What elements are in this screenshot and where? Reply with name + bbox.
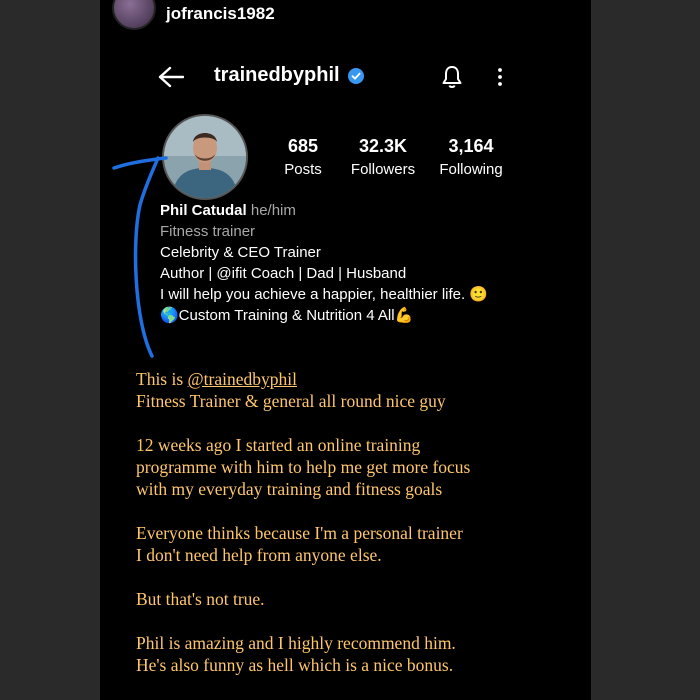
display-name: Phil Catudal	[160, 202, 247, 219]
caption-line: He's also funny as hell which is a nice …	[136, 655, 454, 675]
caption-line: But that's not true.	[136, 589, 265, 609]
following-count: 3,164	[448, 136, 494, 156]
more-options-icon[interactable]	[494, 66, 506, 88]
bio-name-line: Phil Catudal he/him	[160, 200, 488, 221]
posts-label: Posts	[284, 161, 322, 178]
verified-badge-icon	[347, 67, 364, 84]
story-user[interactable]: jofrancis1982	[112, 0, 275, 30]
profile-bio: Phil Catudal he/him Fitness trainer Cele…	[160, 200, 488, 326]
profile-photo	[164, 116, 246, 198]
followers-count: 32.3K	[358, 136, 408, 156]
caption-line: Phil is amazing and I highly recommend h…	[136, 633, 456, 653]
header-username: trainedbyphil	[214, 64, 364, 87]
back-arrow-icon[interactable]	[158, 66, 184, 88]
story-user-avatar[interactable]	[112, 0, 156, 30]
bell-icon[interactable]	[440, 64, 464, 90]
overlay-caption: This is @trainedbyphil Fitness Trainer &…	[136, 368, 576, 676]
caption-line: Fitness Trainer & general all round nice…	[136, 391, 446, 411]
posts-stat[interactable]: 685 Posts	[280, 136, 326, 178]
pronouns: he/him	[250, 202, 296, 219]
profile-avatar[interactable]	[162, 114, 248, 200]
caption-line: 12 weeks ago I started an online trainin…	[136, 435, 421, 455]
followers-label: Followers	[350, 161, 416, 178]
bio-line: 🌎Custom Training & Nutrition 4 All💪	[160, 307, 414, 324]
followers-stat[interactable]: 32.3K Followers	[350, 136, 416, 178]
bio-line: Celebrity & CEO Trainer	[160, 244, 321, 261]
following-stat[interactable]: 3,164 Following	[438, 136, 504, 178]
profile-stats: 685 Posts 32.3K Followers 3,164 Followin…	[280, 136, 504, 178]
following-label: Following	[439, 161, 503, 178]
profile-username: trainedbyphil	[214, 64, 340, 86]
caption-line: This is @trainedbyphil	[136, 369, 297, 389]
caption-line: Everyone thinks because I'm a personal t…	[136, 523, 463, 543]
caption-line: programme with him to help me get more f…	[136, 457, 471, 477]
account-category: Fitness trainer	[160, 223, 256, 240]
caption-line: I don't need help from anyone else.	[136, 545, 382, 565]
caption-handle[interactable]: @trainedbyphil	[188, 369, 297, 389]
bio-line[interactable]: Author | @ifit Coach | Dad | Husband	[160, 263, 488, 284]
profile-header: trainedbyphil	[100, 58, 591, 98]
story-username[interactable]: jofrancis1982	[166, 4, 275, 24]
posts-count: 685	[287, 136, 319, 156]
caption-line: with my everyday training and fitness go…	[136, 479, 443, 499]
bio-line: I will help you achieve a happier, healt…	[160, 286, 489, 303]
